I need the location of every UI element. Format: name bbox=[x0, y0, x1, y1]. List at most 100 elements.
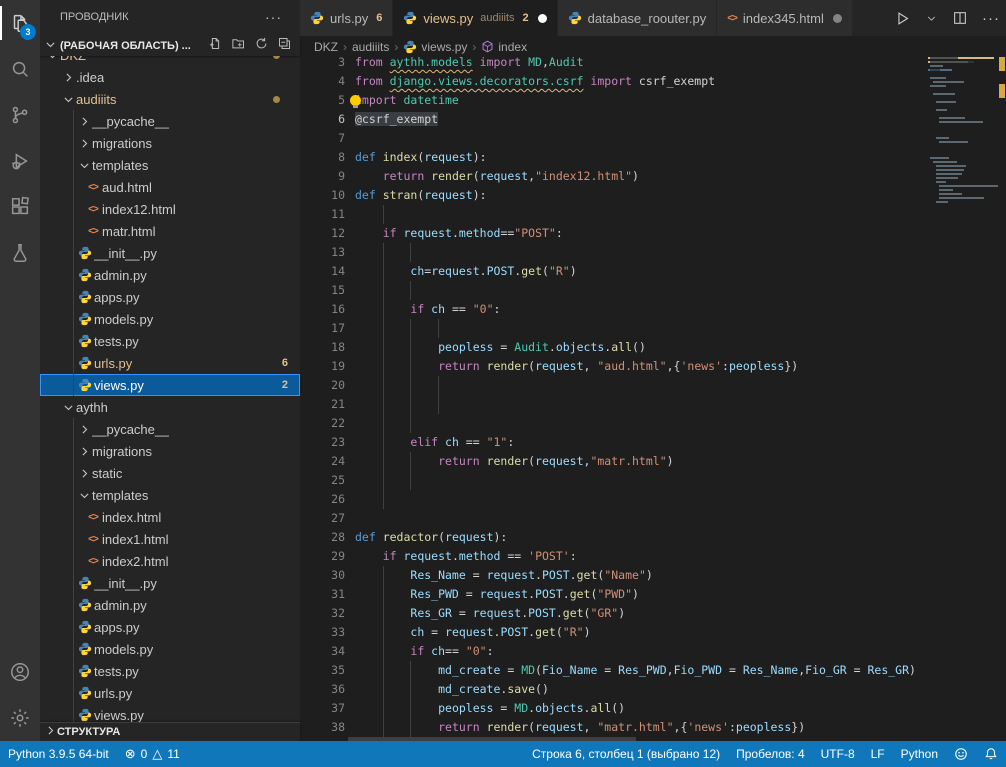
breadcrumb-audiiits[interactable]: audiiits bbox=[352, 40, 389, 54]
status-eol[interactable]: LF bbox=[863, 741, 893, 767]
notifications-bell-icon[interactable] bbox=[976, 741, 1006, 767]
code-line-14[interactable]: 14 ch=request.POST.get("R") bbox=[300, 262, 1006, 281]
breadcrumb-DKZ[interactable]: DKZ bbox=[314, 40, 338, 54]
tree-item-models.py[interactable]: models.py bbox=[40, 308, 300, 330]
tree-item-templates[interactable]: templates bbox=[40, 484, 300, 506]
code-line-13[interactable]: 13 bbox=[300, 243, 1006, 262]
code-line-18[interactable]: 18 peopless = Audit.objects.all() bbox=[300, 338, 1006, 357]
search-icon[interactable] bbox=[0, 46, 40, 92]
new-file-icon[interactable] bbox=[208, 36, 223, 54]
code-line-33[interactable]: 33 ch = request.POST.get("R") bbox=[300, 623, 1006, 642]
code-line-19[interactable]: 19 return render(request, "aud.html",{'n… bbox=[300, 357, 1006, 376]
new-folder-icon[interactable] bbox=[231, 36, 246, 54]
lightbulb-icon[interactable] bbox=[350, 95, 361, 106]
code-line-37[interactable]: 37 peopless = MD.objects.all() bbox=[300, 699, 1006, 718]
tree-item-__pycache__[interactable]: __pycache__ bbox=[40, 110, 300, 132]
tree-item-urls.py[interactable]: urls.py6 bbox=[40, 352, 300, 374]
status-cursor-position[interactable]: Строка 6, столбец 1 (выбрано 12) bbox=[524, 741, 728, 767]
code-line-4[interactable]: 4from django.views.decorators.csrf impor… bbox=[300, 72, 1006, 91]
run-dropdown-chevron[interactable] bbox=[925, 12, 938, 25]
code-line-9[interactable]: 9 return render(request,"index12.html") bbox=[300, 167, 1006, 186]
source-control-icon[interactable] bbox=[0, 92, 40, 138]
code-line-36[interactable]: 36 md_create.save() bbox=[300, 680, 1006, 699]
code-line-31[interactable]: 31 Res_PWD = request.POST.get("PWD") bbox=[300, 585, 1006, 604]
tree-item-matr.html[interactable]: <>matr.html bbox=[40, 220, 300, 242]
tree-item-migrations[interactable]: migrations bbox=[40, 440, 300, 462]
tree-item-urls.py[interactable]: urls.py bbox=[40, 682, 300, 704]
code-line-12[interactable]: 12 if request.method=="POST": bbox=[300, 224, 1006, 243]
code-line-29[interactable]: 29 if request.method == 'POST': bbox=[300, 547, 1006, 566]
status-interpreter[interactable]: Python 3.9.5 64-bit bbox=[0, 741, 117, 767]
dirty-indicator-dot[interactable] bbox=[833, 14, 842, 23]
run-button[interactable] bbox=[894, 10, 911, 27]
tree-item-DKZ[interactable]: DKZ bbox=[40, 56, 300, 66]
tree-item-admin.py[interactable]: admin.py bbox=[40, 594, 300, 616]
editor-more-actions[interactable]: ··· bbox=[982, 10, 1000, 27]
code-line-6[interactable]: 6@csrf_exempt bbox=[300, 110, 1006, 129]
code-line-7[interactable]: 7 bbox=[300, 129, 1006, 148]
tab-index345.html[interactable]: <>index345.html bbox=[717, 0, 853, 36]
dirty-indicator-dot[interactable] bbox=[538, 14, 547, 23]
split-editor-icon[interactable] bbox=[952, 10, 968, 26]
tree-item-index12.html[interactable]: <>index12.html bbox=[40, 198, 300, 220]
tree-item-audiiits[interactable]: audiiits bbox=[40, 88, 300, 110]
code-line-17[interactable]: 17 bbox=[300, 319, 1006, 338]
tree-item-migrations[interactable]: migrations bbox=[40, 132, 300, 154]
tree-item-views.py[interactable]: views.py bbox=[40, 704, 300, 722]
code-line-32[interactable]: 32 Res_GR = request.POST.get("GR") bbox=[300, 604, 1006, 623]
testing-icon[interactable] bbox=[0, 230, 40, 276]
tree-item-tests.py[interactable]: tests.py bbox=[40, 660, 300, 682]
code-line-28[interactable]: 28def redactor(request): bbox=[300, 528, 1006, 547]
code-editor[interactable]: 3from aythh.models import MD,Audit4from … bbox=[300, 57, 1006, 741]
outline-section-header[interactable]: СТРУКТУРА bbox=[40, 722, 300, 741]
minimap[interactable] bbox=[928, 57, 998, 741]
feedback-icon[interactable] bbox=[946, 741, 976, 767]
tab-database_roouter.py[interactable]: database_roouter.py bbox=[558, 0, 718, 36]
code-line-24[interactable]: 24 return render(request,"matr.html") bbox=[300, 452, 1006, 471]
code-line-11[interactable]: 11 bbox=[300, 205, 1006, 224]
tree-item-static[interactable]: static bbox=[40, 462, 300, 484]
tree-item-index1.html[interactable]: <>index1.html bbox=[40, 528, 300, 550]
tree-item-apps.py[interactable]: apps.py bbox=[40, 616, 300, 638]
status-problems[interactable]: ⊗ 0 △ 11 bbox=[117, 741, 188, 767]
run-debug-icon[interactable] bbox=[0, 138, 40, 184]
tree-item-index.html[interactable]: <>index.html bbox=[40, 506, 300, 528]
code-line-25[interactable]: 25 bbox=[300, 471, 1006, 490]
sidebar-more-actions[interactable]: ··· bbox=[265, 0, 282, 35]
breadcrumb-views.py[interactable]: views.py bbox=[403, 40, 467, 54]
code-line-5[interactable]: 5import datetime bbox=[300, 91, 1006, 110]
tree-item-apps.py[interactable]: apps.py bbox=[40, 286, 300, 308]
tree-item-tests.py[interactable]: tests.py bbox=[40, 330, 300, 352]
code-line-26[interactable]: 26 bbox=[300, 490, 1006, 509]
status-encoding[interactable]: UTF-8 bbox=[813, 741, 863, 767]
tab-urls.py[interactable]: urls.py6 bbox=[300, 0, 393, 36]
code-line-15[interactable]: 15 bbox=[300, 281, 1006, 300]
breadcrumb-index[interactable]: index bbox=[481, 40, 527, 54]
code-line-21[interactable]: 21 bbox=[300, 395, 1006, 414]
status-language[interactable]: Python bbox=[893, 741, 946, 767]
tree-item-__pycache__[interactable]: __pycache__ bbox=[40, 418, 300, 440]
tree-item-.idea[interactable]: .idea bbox=[40, 66, 300, 88]
tree-item-index2.html[interactable]: <>index2.html bbox=[40, 550, 300, 572]
explorer-icon[interactable]: 3 bbox=[0, 0, 40, 46]
extensions-icon[interactable] bbox=[0, 184, 40, 230]
tree-item-templates[interactable]: templates bbox=[40, 154, 300, 176]
tree-item-__init__.py[interactable]: __init__.py bbox=[40, 572, 300, 594]
code-line-27[interactable]: 27 bbox=[300, 509, 1006, 528]
code-line-3[interactable]: 3from aythh.models import MD,Audit bbox=[300, 57, 1006, 72]
code-line-38[interactable]: 38 return render(request, "matr.html",{'… bbox=[300, 718, 1006, 737]
tree-item-aythh[interactable]: aythh bbox=[40, 396, 300, 418]
code-line-8[interactable]: 8def index(request): bbox=[300, 148, 1006, 167]
code-line-22[interactable]: 22 bbox=[300, 414, 1006, 433]
tree-item-admin.py[interactable]: admin.py bbox=[40, 264, 300, 286]
workspace-header[interactable]: (РАБОЧАЯ ОБЛАСТЬ) ... bbox=[40, 35, 300, 56]
tree-item-aud.html[interactable]: <>aud.html bbox=[40, 176, 300, 198]
code-line-16[interactable]: 16 if ch == "0": bbox=[300, 300, 1006, 319]
code-line-10[interactable]: 10def stran(request): bbox=[300, 186, 1006, 205]
status-indentation[interactable]: Пробелов: 4 bbox=[728, 741, 813, 767]
code-line-20[interactable]: 20 bbox=[300, 376, 1006, 395]
tab-views.py[interactable]: views.pyaudiiits2 bbox=[393, 0, 557, 36]
collapse-all-icon[interactable] bbox=[277, 36, 292, 54]
code-line-35[interactable]: 35 md_create = MD(Fio_Name = Res_PWD,Fio… bbox=[300, 661, 1006, 680]
code-line-30[interactable]: 30 Res_Name = request.POST.get("Name") bbox=[300, 566, 1006, 585]
